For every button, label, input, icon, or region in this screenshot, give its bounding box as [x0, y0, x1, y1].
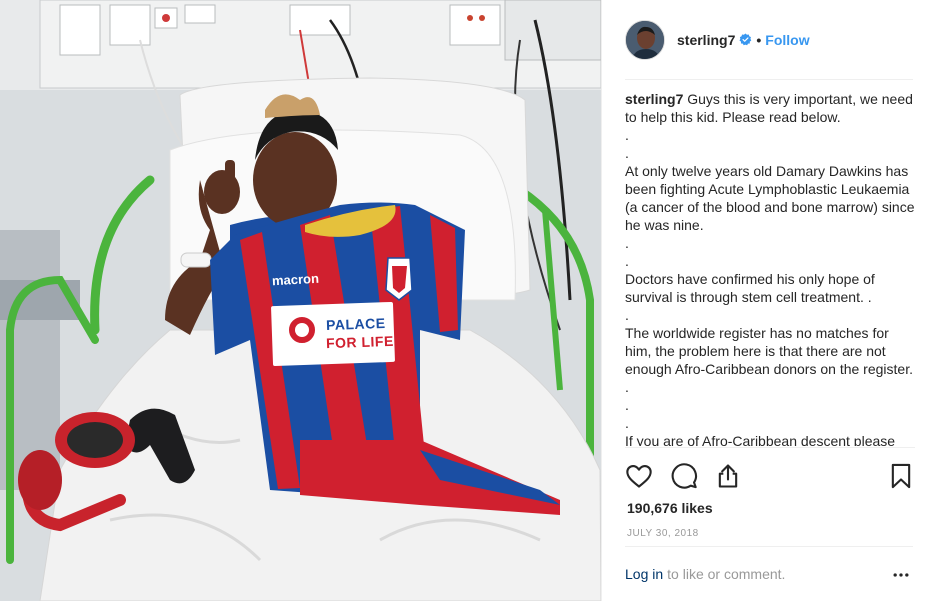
login-footer: Log in to like or comment. [625, 546, 913, 601]
caption-line: . [625, 145, 629, 161]
sponsor-label-line1: PALACE [325, 314, 386, 334]
hospital-photo-illustration [0, 0, 601, 601]
comment-icon[interactable] [670, 462, 698, 490]
username-link[interactable]: sterling7 [677, 32, 735, 48]
caption-line: . [625, 307, 629, 323]
caption-line: If you are of Afro-Caribbean descent ple… [625, 433, 896, 446]
caption-line-1: sterling7 Guys this is very important, w… [625, 90, 915, 126]
post-header: sterling7 • Follow [625, 0, 913, 80]
heart-icon[interactable] [625, 462, 653, 490]
more-icon[interactable] [891, 565, 911, 585]
caption-line: The worldwide register has no matches fo… [625, 325, 913, 395]
caption-line: At only twelve years old Damary Dawkins … [625, 163, 915, 233]
post-date[interactable]: JULY 30, 2018 [627, 528, 699, 539]
likes-count[interactable]: 190,676 likes [627, 500, 713, 516]
share-icon[interactable] [714, 462, 742, 490]
post-sidebar: sterling7 • Follow sterling7 Guys this i… [601, 0, 936, 601]
caption-line: . [625, 415, 629, 431]
separator-dot: • [756, 31, 762, 48]
caption-line: Doctors have confirmed his only hope of … [625, 271, 875, 305]
avatar[interactable] [625, 19, 665, 60]
post-photo[interactable]: macron PALACE FOR LIFE [0, 0, 601, 601]
verified-badge-icon [739, 33, 752, 46]
login-link[interactable]: Log in [625, 566, 663, 582]
follow-button[interactable]: Follow [765, 32, 809, 48]
caption-line: . [625, 397, 629, 413]
caption-username-link[interactable]: sterling7 [625, 91, 683, 107]
caption-line: . [625, 253, 629, 269]
shirt-brand-label: macron [271, 270, 320, 289]
login-prompt-text: to like or comment. [667, 566, 786, 582]
sponsor-label-line2: FOR LIFE [325, 332, 395, 352]
post-actions [625, 447, 915, 502]
avatar-image [626, 20, 664, 59]
post-caption: sterling7 Guys this is very important, w… [625, 90, 915, 446]
bookmark-icon[interactable] [887, 462, 915, 490]
caption-line: . [625, 235, 629, 251]
caption-line: . [625, 127, 629, 143]
